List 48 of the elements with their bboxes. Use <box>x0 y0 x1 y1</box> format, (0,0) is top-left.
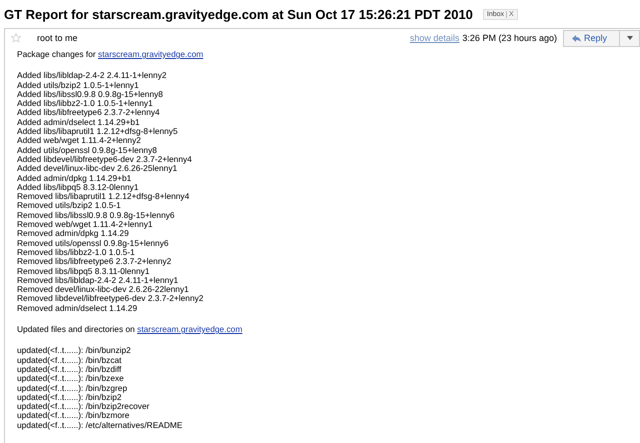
package-change-line: Removed libs/libldap-2.4-2 2.4.11-1+lenny1 <box>17 276 178 286</box>
sender-name: root to me <box>37 33 79 43</box>
reply-button[interactable]: Reply <box>562 30 620 46</box>
host-link[interactable]: starscream.gravityedge.com <box>137 324 242 334</box>
package-change-line: Removed admin/dpkg 1.14.29 <box>17 229 129 239</box>
updated-file-line: updated(<f..t......): /bin/bzip2 <box>17 392 122 402</box>
package-change-line: Added libs/libaprutil1 1.2.12+dfsg-8+lenny5 <box>17 127 179 136</box>
package-change-line: Removed devel/linux-libc-dev 2.6.26-22lenny1 <box>17 285 190 294</box>
package-change-line: Added libs/libfreetype6 2.3.7-2+lenny4 <box>17 108 161 118</box>
updated-file-line: updated(<f..t......): /bin/bzexe <box>17 374 125 384</box>
caret-icon <box>626 36 632 40</box>
package-change-line: Added admin/dpkg 1.14.29+b1 <box>17 174 132 183</box>
package-change-line: Removed web/wget 1.11.4-2+lenny1 <box>17 220 153 230</box>
package-change-line: Removed libs/libfreetype6 2.3.7-2+lenny2 <box>17 257 172 267</box>
updated-file-line: updated(<f..t......): /bin/bzcat <box>17 356 122 365</box>
package-change-line: Added libs/libldap-2.4-2 2.4.11-1+lenny2 <box>17 71 168 81</box>
star-icon[interactable] <box>11 33 21 43</box>
package-change-line: Removed libdevel/libfreetype6-dev 2.3.7-2+lenny2 <box>17 294 204 304</box>
updated-file-line: updated(<f..t......): /bin/bunzip2 <box>17 346 132 356</box>
show-details-link[interactable]: show details <box>410 33 460 43</box>
package-change-line: Removed utils/openssl 0.9.8g-15+lenny6 <box>17 238 170 248</box>
package-change-line: Added libs/libssl0.9.8 0.9.8g-15+lenny8 <box>17 90 164 100</box>
package-change-line: Removed utils/bzip2 1.0.5-1 <box>17 201 121 211</box>
package-change-line: Added libdevel/libfreetype6-dev 2.3.7-2+lenny4 <box>17 154 193 164</box>
package-change-line: Removed libs/libaprutil1 1.2.12+dfsg-8+lenny4 <box>17 192 190 202</box>
package-change-line: Added devel/linux-libc-dev 2.6.26-25lenny1 <box>17 164 178 174</box>
package-change-line: Added libs/libpq5 8.3.12-0lenny1 <box>17 182 139 192</box>
reply-arrow-icon <box>572 34 581 42</box>
package-change-line: Removed admin/dselect 1.14.29 <box>17 304 138 314</box>
email-subject: GT Report for starscream.gravityedge.com at Sun Oct 17 15:26:21 PDT 2010 <box>4 7 473 22</box>
host-link[interactable]: starscream.gravityedge.com <box>98 49 204 59</box>
package-change-line: Added web/wget 1.11.4-2+lenny2 <box>17 136 141 146</box>
package-change-line: Added admin/dselect 1.14.29+b1 <box>17 118 140 128</box>
body-paragraph: Package changes for starscream.gravityedge.com <box>17 50 204 60</box>
package-change-line: Added utils/bzip2 1.0.5-1+lenny1 <box>17 80 139 90</box>
updated-file-line: updated(<f..t......): /etc/alternatives/README <box>17 420 184 430</box>
message-time: 3:26 PM (23 hours ago) <box>462 33 557 43</box>
package-change-line: Removed libs/libbz2-1.0 1.0.5-1 <box>17 248 135 258</box>
updated-file-line: updated(<f..t......): /bin/bzip2recover <box>17 402 150 412</box>
updated-file-line: updated(<f..t......): /bin/bzmore <box>17 411 130 421</box>
more-options-button[interactable] <box>620 30 640 46</box>
body-paragraph: Updated files and directories on starscream.gravityedge.com <box>17 325 244 334</box>
package-change-line: Added libs/libbz2-1.0 1.0.5-1+lenny1 <box>17 99 153 108</box>
updated-file-line: updated(<f..t......): /bin/bzdiff <box>17 364 122 374</box>
package-change-line: Removed libs/libpq5 8.3.11-0lenny1 <box>17 266 150 276</box>
package-change-line: Added utils/openssl 0.9.8g-15+lenny8 <box>17 146 157 155</box>
updated-file-line: updated(<f..t......): /bin/bzgrep <box>17 384 128 393</box>
package-change-line: Removed libs/libssl0.9.8 0.9.8g-15+lenny6 <box>17 210 176 220</box>
